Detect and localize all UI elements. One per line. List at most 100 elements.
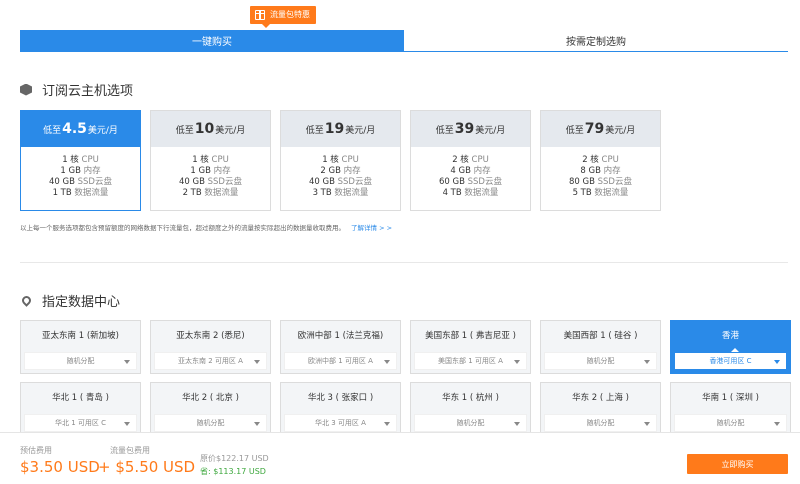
plan-spec-mem: 1 GB 内存 [151,166,270,177]
zone-select[interactable]: 欧洲中部 1 可用区 A [284,352,397,370]
plan-spec-unit: 数据流量 [464,188,499,198]
buy-now-button[interactable]: 立即购买 [687,454,788,474]
plan-spec-value: 40 GB [49,177,75,187]
region-card-5[interactable]: 美国西部 1 ( 硅谷 ) 随机分配 [540,320,661,374]
plan-spec-unit: SSD云盘 [597,177,632,187]
plan-card-2[interactable]: 低至 10 美元/月 1 核 CPU 1 GB 内存 40 GB SSD云盘 2 TB 数据… [150,110,271,211]
zone-select[interactable]: 随机分配 [544,352,657,370]
plan-price-header: 低至 39 美元/月 [411,111,530,147]
plan-spec-disk: 40 GB SSD云盘 [151,177,270,188]
gift-icon [255,10,265,20]
zone-select-value: 美国东部 1 可用区 A [438,357,503,365]
location-pin-icon [20,294,33,307]
subscribe-section-title-text: 订阅云主机选项 [42,84,134,99]
caret-down-icon [644,360,650,364]
plan-price-prefix: 低至 [565,125,584,136]
plan-spec-mem: 2 GB 内存 [281,166,400,177]
plan-spec-value: 4 GB [450,166,471,176]
plan-spec-unit: 数据流量 [334,188,369,198]
zone-select-value: 随机分配 [716,419,745,427]
plan-spec-disk: 60 GB SSD云盘 [411,177,530,188]
zone-select-value: 欧洲中部 1 可用区 A [308,357,373,365]
region-name: 欧洲中部 1 (法兰克福) [297,331,384,341]
zone-select[interactable]: 随机分配 [24,352,137,370]
cube-icon [20,83,32,96]
promo-badge-label: 流量包特惠 [270,10,310,19]
plan-spec-unit: CPU [341,155,359,165]
plan-spec-traffic: 4 TB 数据流量 [411,188,530,199]
region-card-11[interactable]: 华东 2 ( 上海 ) 随机分配 [540,382,661,436]
zone-select[interactable]: 亚太东南 2 可用区 A [154,352,267,370]
plan-spec-value: 5 TB [572,188,592,198]
datacenter-section-title-text: 指定数据中心 [42,295,121,310]
region-card-7[interactable]: 华北 1 ( 青岛 ) 华北 1 可用区 C [20,382,141,436]
caret-down-icon [254,360,260,364]
region-name: 香港 [721,331,739,341]
plan-spec-cpu: 2 核 CPU [541,155,660,166]
region-card-12[interactable]: 华南 1 ( 深圳 ) 随机分配 [670,382,791,436]
plan-spec-mem: 8 GB 内存 [541,166,660,177]
plan-spec-traffic: 1 TB 数据流量 [21,188,140,199]
region-card-2[interactable]: 亚太东南 2 (悉尼) 亚太东南 2 可用区 A [150,320,271,374]
plan-spec-value: 2 核 [452,155,469,165]
traffic-note-text: 以上每一个服务选项都包含预留额度的网络数据下行流量包，超过额度之外的流量按实际超… [20,224,345,232]
plan-card-1[interactable]: 低至 4.5 美元/月 1 核 CPU 1 GB 内存 40 GB SSD云盘 1 TB 数… [20,110,141,211]
plan-price-prefix: 低至 [305,125,324,136]
region-card-8[interactable]: 华北 2 ( 北京 ) 随机分配 [150,382,271,436]
plan-price-header: 低至 10 美元/月 [151,111,270,147]
plan-spec-unit: 内存 [83,166,101,176]
plan-spec-traffic: 2 TB 数据流量 [151,188,270,199]
zone-select-value: 亚太东南 2 可用区 A [178,357,243,365]
plan-spec-unit: SSD云盘 [467,177,502,187]
traffic-package-price: + $5.50 USD [98,458,196,476]
plan-spec-value: 1 核 [192,155,209,165]
promo-badge-arrow [262,24,270,28]
zone-select-value: 随机分配 [196,419,225,427]
plan-spec-value: 40 GB [309,177,335,187]
zone-select-value: 随机分配 [66,357,95,365]
region-card-4[interactable]: 美国东部 1 ( 弗吉尼亚 ) 美国东部 1 可用区 A [410,320,531,374]
zone-select[interactable]: 华北 3 可用区 A [284,414,397,432]
zone-select[interactable]: 香港可用区 C [674,348,787,370]
plan-card-4[interactable]: 低至 39 美元/月 2 核 CPU 4 GB 内存 60 GB SSD云盘 4 TB 数据… [410,110,531,211]
zone-select[interactable]: 随机分配 [154,414,267,432]
zone-select[interactable]: 随机分配 [414,414,527,432]
plan-card-3[interactable]: 低至 19 美元/月 1 核 CPU 2 GB 内存 40 GB SSD云盘 3 TB 数据… [280,110,401,211]
learn-more-link[interactable]: 了解详情 > > [351,224,392,232]
plan-specs: 2 核 CPU 8 GB 内存 80 GB SSD云盘 5 TB 数据流量 [541,147,660,199]
tab-custom-buy[interactable]: 按需定制选购 [404,30,788,51]
region-name: 亚太东南 2 (悉尼) [176,331,245,341]
zone-select[interactable]: 华北 1 可用区 C [24,414,137,432]
region-card-3[interactable]: 欧洲中部 1 (法兰克福) 欧洲中部 1 可用区 A [280,320,401,374]
caret-down-icon [124,360,130,364]
tab-one-click-buy[interactable]: 一键购买 [20,30,404,51]
region-card-1[interactable]: 亚太东南 1 (新加坡) 随机分配 [20,320,141,374]
plan-spec-mem: 1 GB 内存 [21,166,140,177]
plan-list: 低至 4.5 美元/月 1 核 CPU 1 GB 内存 40 GB SSD云盘 1 TB 数… [20,110,661,211]
region-name: 华北 3 ( 张家口 ) [307,393,374,403]
plan-spec-value: 2 核 [582,155,599,165]
plan-spec-unit: CPU [601,155,619,165]
region-card-6[interactable]: 香港香港可用区 C [670,320,791,374]
plan-spec-unit: 数据流量 [74,188,109,198]
region-card-10[interactable]: 华东 1 ( 杭州 ) 随机分配 [410,382,531,436]
plan-spec-unit: CPU [211,155,229,165]
zone-select[interactable]: 美国东部 1 可用区 A [414,352,527,370]
zone-select[interactable]: 随机分配 [544,414,657,432]
plan-spec-mem: 4 GB 内存 [411,166,530,177]
plan-price-suffix: 美元/月 [215,125,246,136]
original-price: 原价$122.17 USD [200,454,269,463]
plan-card-5[interactable]: 低至 79 美元/月 2 核 CPU 8 GB 内存 80 GB SSD云盘 5 TB 数据… [540,110,661,211]
region-name: 美国西部 1 ( 硅谷 ) [563,331,638,341]
zone-select[interactable]: 随机分配 [674,414,787,432]
plan-spec-unit: 数据流量 [204,188,239,198]
plan-price-prefix: 低至 [175,125,194,136]
purchase-mode-tabs: 一键购买 按需定制选购 [20,30,788,52]
plan-spec-value: 4 TB [442,188,462,198]
zone-select-value: 香港可用区 C [709,357,752,365]
price-footer: 预估费用 $3.50 USD 流量包费用 + $5.50 USD 原价$122.… [0,432,800,484]
plan-price-suffix: 美元/月 [87,125,118,136]
plan-price-prefix: 低至 [435,125,454,136]
region-card-9[interactable]: 华北 3 ( 张家口 ) 华北 3 可用区 A [280,382,401,436]
plan-price-suffix: 美元/月 [475,125,506,136]
